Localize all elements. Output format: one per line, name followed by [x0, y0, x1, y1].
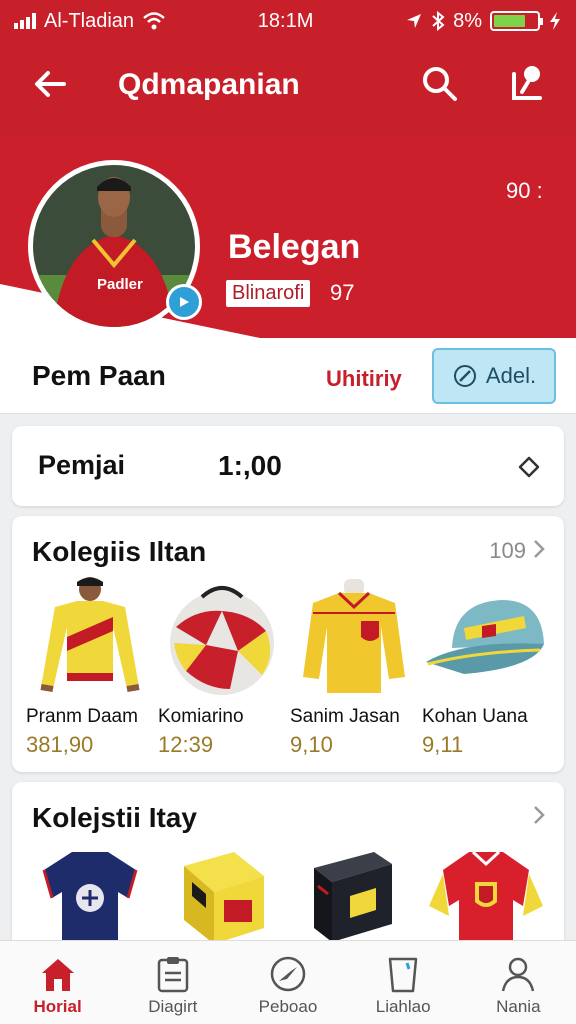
share-icon[interactable] [506, 62, 546, 106]
collection-item[interactable] [26, 846, 154, 946]
nav-item-peboao[interactable]: Peboao [238, 955, 338, 1017]
person-icon [502, 957, 535, 992]
red-jersey-icon [422, 846, 550, 946]
home-icon [41, 959, 74, 991]
collection-item[interactable] [290, 846, 418, 946]
black-box-icon [290, 846, 418, 946]
status-right: 8% [405, 10, 562, 33]
nav-item-liahlao[interactable]: Liahlao [353, 955, 453, 1017]
back-arrow-icon[interactable] [30, 64, 70, 104]
signal-icon [14, 13, 36, 29]
balance-card[interactable]: Pemjai 1:,00 [12, 426, 564, 506]
kit-player-icon [26, 576, 154, 700]
chevron-right-icon[interactable] [532, 538, 546, 560]
bottom-nav: Horial Diagirt Peboao Liahlao Nania [0, 940, 576, 1024]
app-title: Qdmapanian [118, 68, 300, 101]
football-icon [158, 576, 286, 700]
item-name: Komiarino [158, 706, 244, 727]
search-icon[interactable] [420, 64, 460, 104]
profile-name: Belegan [228, 228, 361, 266]
yellow-box-icon [158, 846, 286, 946]
navy-jersey-icon [26, 846, 154, 946]
location-icon [407, 14, 422, 28]
bluetooth-icon [432, 11, 445, 31]
edit-icon [453, 365, 476, 387]
charging-icon [549, 12, 560, 30]
collection-item[interactable]: Pranm Daam 381,90 [26, 576, 154, 758]
status-bar: Al-Tladian 18:1M 8% [0, 0, 576, 42]
nav-label: Peboao [258, 997, 318, 1016]
compass-icon [270, 956, 306, 992]
app-bar: Qdmapanian [0, 42, 576, 134]
collection-1-title: Kolegiis Iltan [32, 536, 207, 567]
collection-1-count: 109 [489, 538, 526, 563]
profile-tag: Blinarofi [226, 280, 311, 307]
nav-label: Nania [496, 997, 541, 1016]
play-badge-icon[interactable] [166, 284, 202, 320]
collection-2-title: Kolejstii Itay [32, 802, 197, 833]
nav-label: Diagirt [148, 997, 198, 1016]
player-name: Pem Paan [32, 360, 166, 391]
balance-value: 1:,00 [218, 450, 282, 481]
nav-item-diagirt[interactable]: Diagirt [123, 955, 223, 1017]
yellow-jersey-icon [290, 576, 418, 700]
add-button[interactable]: Adel. [432, 348, 556, 404]
options-icon[interactable] [516, 454, 542, 480]
item-price: 12:39 [158, 732, 214, 757]
nav-item-home[interactable]: Horial [8, 955, 108, 1017]
profile-tag-number: 97 [330, 280, 355, 305]
header-count[interactable]: 90 : [506, 178, 543, 204]
carrier-label: Al-Tladian [44, 9, 135, 32]
collection-item[interactable]: Kohan Uana 9,11 [422, 576, 550, 758]
nav-label: Liahlao [375, 997, 431, 1016]
add-button-label: Adel. [485, 363, 537, 388]
activity-link[interactable]: Uhitiriy [326, 366, 402, 392]
battery-icon [489, 11, 543, 31]
svg-text:Padler: Padler [97, 276, 143, 293]
collection-item[interactable] [422, 846, 550, 946]
status-time: 18:1M [257, 9, 314, 32]
nav-label: Horial [33, 997, 82, 1016]
battery-percent: 8% [453, 9, 482, 32]
clipboard-icon [157, 957, 189, 993]
item-price: 9,11 [422, 732, 464, 757]
collection-item[interactable]: Komiarino 12:39 [158, 576, 286, 758]
item-price: 9,10 [290, 732, 333, 757]
item-price: 381,90 [26, 732, 94, 757]
cup-icon [388, 957, 418, 993]
chevron-right-icon[interactable] [532, 804, 546, 826]
collection-1-items: Pranm Daam 381,90 Komiarino 12:39 Sanim … [26, 576, 550, 758]
balance-label: Pemjai [38, 450, 126, 480]
item-name: Sanim Jasan [290, 706, 400, 727]
player-name-row: Pem Paan Uhitiriy Adel. [0, 338, 576, 414]
collection-card-2: Kolejstii Itay [12, 782, 564, 952]
status-left: Al-Tladian [14, 10, 166, 33]
profile-header: Padler 90 : Belegan Blinarofi 97 [0, 134, 576, 338]
wifi-icon [143, 12, 165, 30]
collection-item[interactable]: Sanim Jasan 9,10 [290, 576, 418, 758]
collection-2-items [26, 846, 550, 946]
item-name: Pranm Daam [26, 706, 138, 727]
cap-icon [422, 576, 550, 700]
item-name: Kohan Uana [422, 706, 528, 727]
collection-item[interactable] [158, 846, 286, 946]
nav-item-nania[interactable]: Nania [468, 955, 568, 1017]
collection-card-1: Kolegiis Iltan 109 Pranm Daam 381,90 Kom… [12, 516, 564, 772]
